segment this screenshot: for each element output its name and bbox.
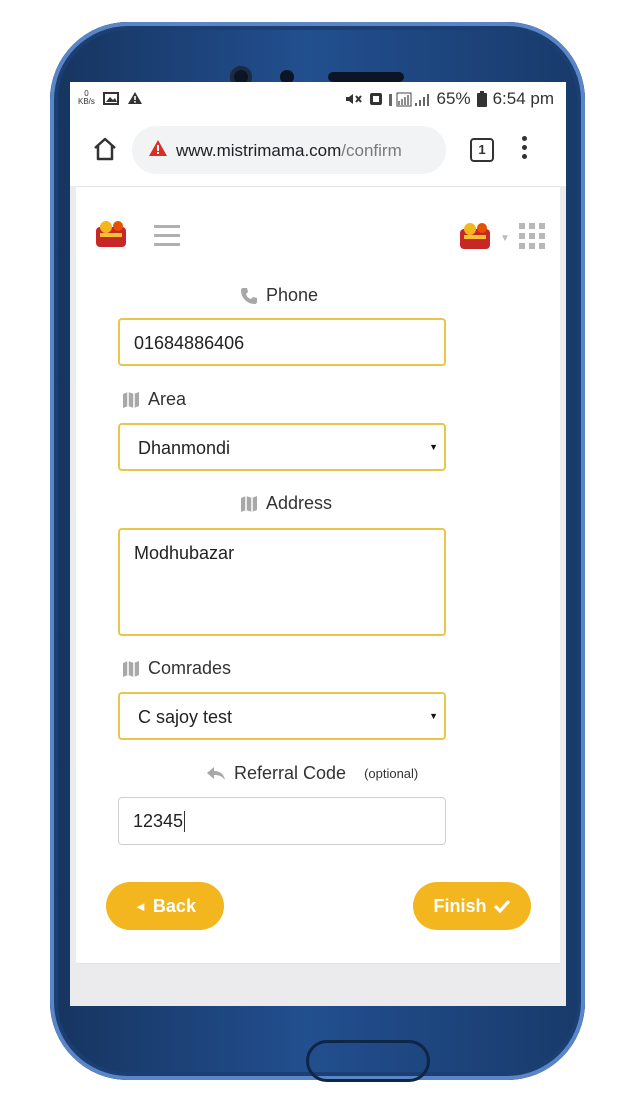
area-select[interactable]: Dhanmondi ▼ [118,423,446,471]
hamburger-menu-icon[interactable] [154,225,180,247]
address-bar[interactable]: www.mistrimama.com/confirm [132,126,446,174]
referral-code-input[interactable]: 12345 [118,797,446,845]
address-label-text: Address [266,493,333,513]
address-textarea-value: Modhubazar [134,543,235,563]
finish-button-label: Finish [433,895,487,916]
site-logo[interactable] [94,217,128,249]
status-bar: 0 KB/s 65% 6:54 pm [70,82,566,116]
area-label: Area [122,389,186,410]
data-rate-icon: 0 KB/s [78,89,95,106]
chevron-down-icon[interactable]: ▼ [500,233,510,244]
url-path: /confirm [341,141,402,160]
arrow-left-icon: ◄ [134,898,147,914]
apps-grid-icon[interactable] [519,223,545,249]
more-menu-icon[interactable] [522,136,528,162]
checkmark-icon [493,899,510,913]
not-secure-icon[interactable] [148,139,168,157]
referral-code-value: 12345 [133,811,186,832]
address-label: Address [240,493,332,514]
phone-input-value: 01684886406 [134,333,245,353]
phone-label: Phone [240,285,318,306]
phone-icon [241,287,257,304]
phone-input[interactable]: 01684886406 [118,318,446,366]
phone-label-text: Phone [266,285,319,305]
phone-screen: 0 KB/s 65% 6:54 pm www.mistrimama.com/con… [70,82,566,1006]
home-button[interactable] [306,1040,430,1082]
signal-icon [388,91,429,107]
referral-label: Referral Code (optional) [206,763,418,784]
battery-icon [476,91,487,107]
image-icon [102,91,119,105]
browser-toolbar: www.mistrimama.com/confirm 1 [70,116,566,186]
url-text[interactable]: www.mistrimama.com/confirm [176,141,402,161]
back-button-label: Back [152,895,196,916]
comrades-label-text: Comrades [148,658,232,678]
comrades-select-value: C sajoy test [138,707,233,727]
referral-label-text: Referral Code [234,763,347,783]
map-icon [241,495,257,512]
battery-percent: 65% [436,89,471,108]
referral-optional-text: (optional) [364,766,419,781]
home-icon[interactable] [92,136,118,162]
area-select-value: Dhanmondi [138,438,231,458]
select-caret-icon: ▼ [429,442,438,452]
status-right-icons: 65% 6:54 pm [345,89,554,109]
status-left-icons: 0 KB/s [78,90,143,106]
area-label-text: Area [148,389,187,409]
nfc-icon [369,93,382,105]
comrades-select[interactable]: C sajoy test ▼ [118,692,446,740]
site-header: ▼ [76,186,560,286]
tab-switcher-button[interactable]: 1 [470,138,494,162]
finish-button[interactable]: Finish [413,882,531,930]
user-avatar-logo[interactable] [458,219,492,251]
map-icon [123,660,139,677]
confirm-form: Phone 01684886406 Area Dhanmondi ▼ Addre… [76,285,560,964]
mute-icon [345,94,362,104]
earpiece-speaker [328,72,404,82]
address-textarea[interactable]: Modhubazar [118,528,446,636]
warning-icon [127,92,142,104]
comrades-label: Comrades [122,658,231,679]
select-caret-icon: ▼ [429,711,438,721]
back-button[interactable]: ◄ Back [106,882,224,930]
reply-arrow-icon [207,766,225,780]
map-icon [123,391,139,408]
url-domain: www.mistrimama.com [176,141,342,160]
clock: 6:54 pm [492,89,554,108]
